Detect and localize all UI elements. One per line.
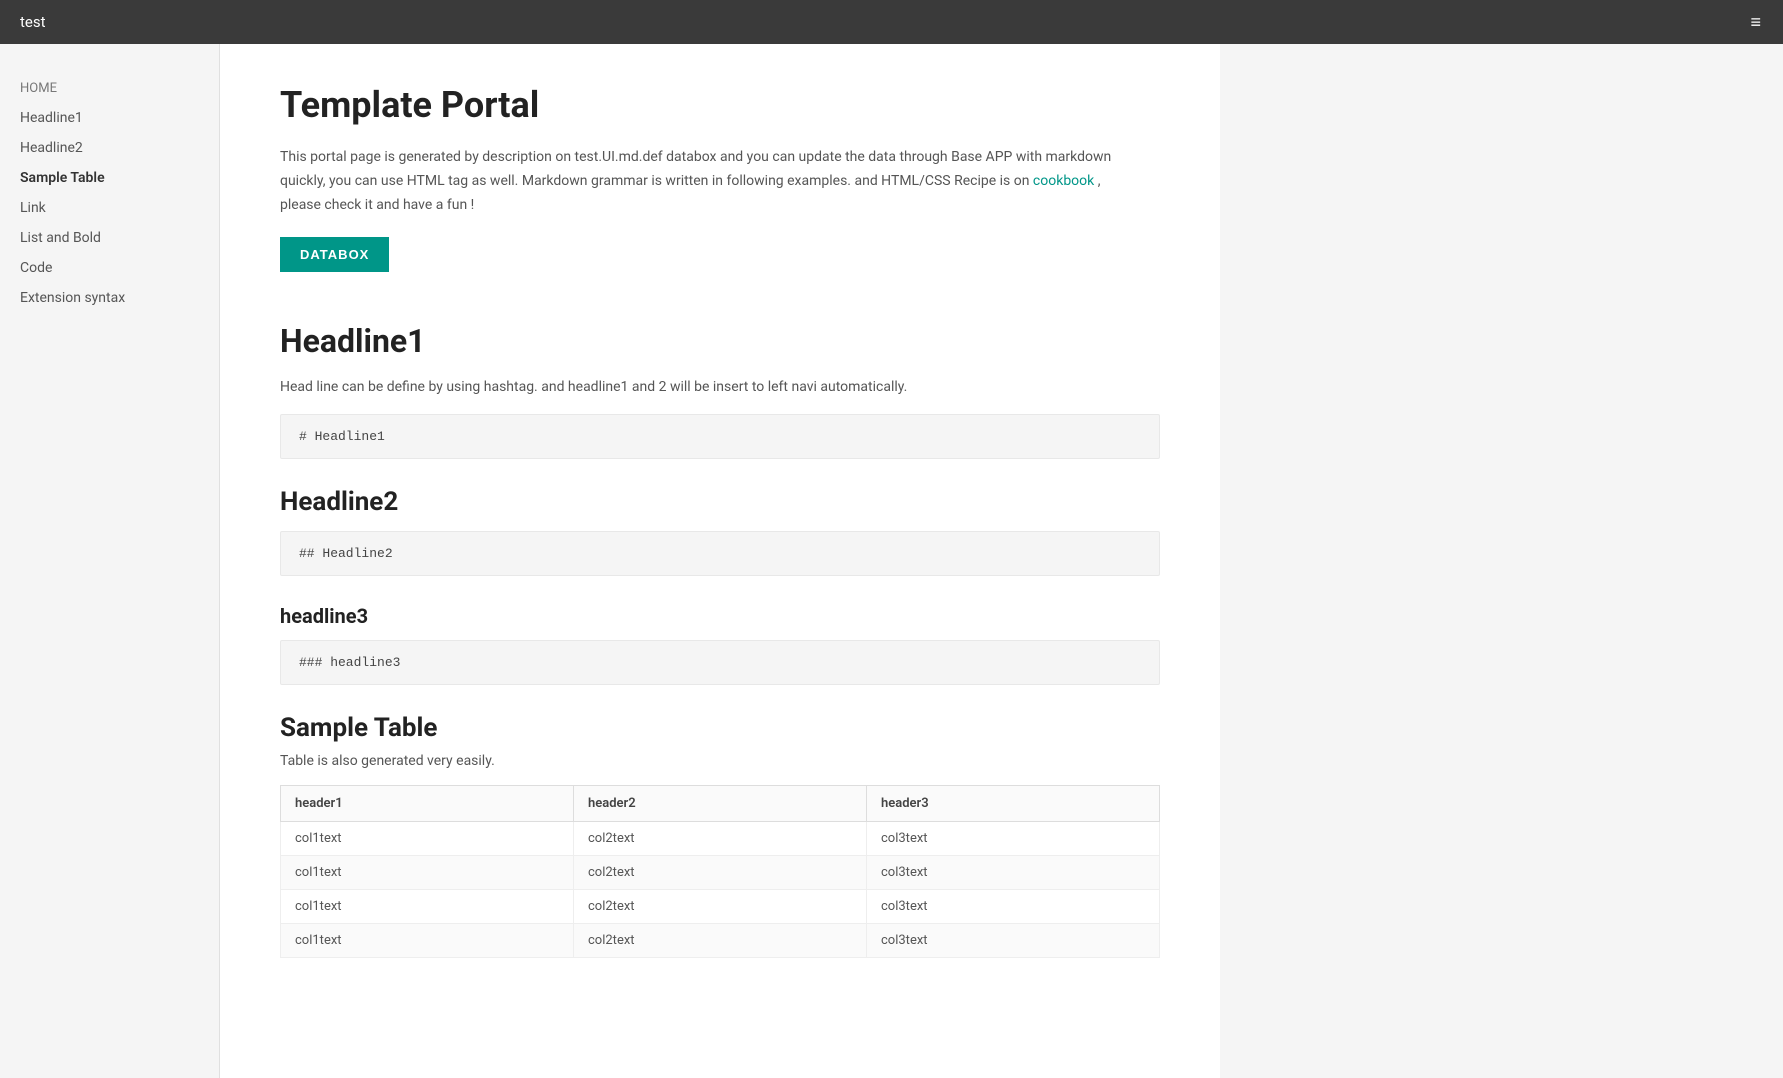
main-content: Template Portal This portal page is gene… — [220, 44, 1220, 1078]
code-block-headline2: ## Headline2 — [280, 531, 1160, 576]
menu-icon[interactable]: ≡ — [1750, 12, 1763, 33]
navbar-title: test — [20, 13, 46, 31]
sidebar-item-list-and-bold[interactable]: List and Bold — [20, 223, 199, 253]
table-row: col1text col2text col3text — [281, 924, 1160, 958]
table-row: col1text col2text col3text — [281, 856, 1160, 890]
section-sample-table-desc: Table is also generated very easily. — [280, 753, 1160, 769]
section-headline1-heading: Headline1 — [280, 322, 1160, 360]
table-row: col1text col2text col3text — [281, 822, 1160, 856]
sidebar-item-home[interactable]: HOME — [20, 74, 199, 103]
table-header-col2: header2 — [574, 786, 867, 822]
sidebar-item-headline1[interactable]: Headline1 — [20, 103, 199, 133]
sidebar-item-sample-table[interactable]: Sample Table — [20, 163, 199, 193]
table-cell: col1text — [281, 822, 574, 856]
sidebar: HOME Headline1 Headline2 Sample Table Li… — [0, 44, 220, 1078]
code-block-headline1: # Headline1 — [280, 414, 1160, 459]
table-cell: col2text — [574, 822, 867, 856]
layout: HOME Headline1 Headline2 Sample Table Li… — [0, 44, 1783, 1078]
page-title: Template Portal — [280, 84, 1160, 126]
sample-table: header1 header2 header3 col1text col2tex… — [280, 785, 1160, 958]
table-cell: col1text — [281, 890, 574, 924]
section-sample-table-heading: Sample Table — [280, 713, 1160, 743]
section-headline1-desc: Head line can be define by using hashtag… — [280, 376, 1160, 400]
navbar: test ≡ — [0, 0, 1783, 44]
table-cell: col2text — [574, 924, 867, 958]
description-text: This portal page is generated by descrip… — [280, 146, 1140, 217]
table-header-row: header1 header2 header3 — [281, 786, 1160, 822]
sidebar-item-extension-syntax[interactable]: Extension syntax — [20, 283, 199, 313]
table-row: col1text col2text col3text — [281, 890, 1160, 924]
table-cell: col3text — [867, 822, 1160, 856]
table-cell: col3text — [867, 890, 1160, 924]
table-cell: col3text — [867, 924, 1160, 958]
sidebar-item-headline2[interactable]: Headline2 — [20, 133, 199, 163]
databox-button[interactable]: DATABOX — [280, 237, 389, 272]
cookbook-link[interactable]: cookbook — [1033, 173, 1094, 189]
table-header-col3: header3 — [867, 786, 1160, 822]
table-cell: col3text — [867, 856, 1160, 890]
section-headline2-heading: Headline2 — [280, 487, 1160, 517]
table-header-col1: header1 — [281, 786, 574, 822]
table-cell: col1text — [281, 856, 574, 890]
table-cell: col2text — [574, 856, 867, 890]
code-block-headline3: ### headline3 — [280, 640, 1160, 685]
table-cell: col2text — [574, 890, 867, 924]
section-headline3-heading: headline3 — [280, 604, 1160, 628]
table-cell: col1text — [281, 924, 574, 958]
description-part1: This portal page is generated by descrip… — [280, 149, 1111, 189]
sidebar-item-code[interactable]: Code — [20, 253, 199, 283]
sidebar-item-link[interactable]: Link — [20, 193, 199, 223]
